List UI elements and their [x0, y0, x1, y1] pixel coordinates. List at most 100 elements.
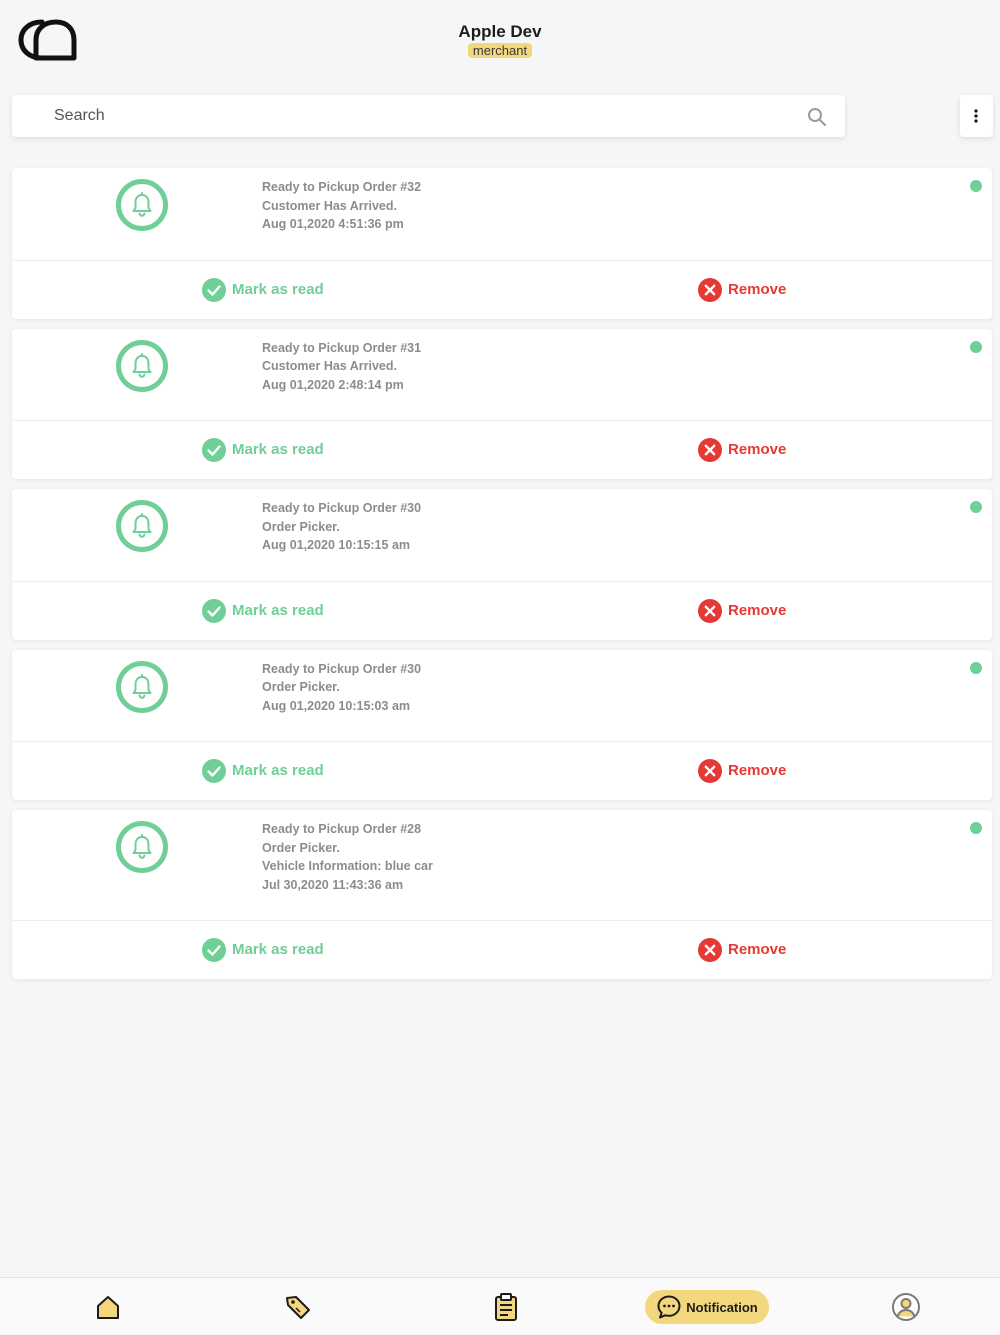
notification-card: Ready to Pickup Order #28 Order Picker. Ve…: [12, 810, 992, 979]
notification-line: Ready to Pickup Order #30: [262, 501, 422, 515]
remove-button[interactable]: Remove: [698, 437, 786, 463]
nav-tags[interactable]: [274, 1278, 322, 1335]
remove-button[interactable]: Remove: [698, 598, 786, 624]
notification-line: Ready to Pickup Order #28: [262, 822, 422, 836]
notification-card: Ready to Pickup Order #30 Order Picker. Au…: [12, 489, 992, 640]
notification-avatar: [116, 821, 168, 873]
notification-avatar: [116, 660, 168, 713]
unread-indicator: [970, 822, 982, 834]
remove-button[interactable]: Remove: [698, 758, 786, 784]
search-bar[interactable]: [12, 95, 845, 137]
mark-as-read-button[interactable]: Mark as read: [202, 758, 324, 784]
notification-body[interactable]: Ready to Pickup Order #30 Order Picker. Au…: [12, 489, 992, 582]
notification-actions: Mark as read Remove: [12, 742, 992, 800]
clipboard-icon: [495, 1292, 517, 1321]
mark-as-read-button[interactable]: Mark as read: [202, 937, 324, 963]
notification-actions: Mark as read Remove: [12, 582, 992, 640]
close-circle-icon: [698, 938, 722, 962]
bell-icon: [132, 513, 152, 538]
check-circle-icon: [202, 938, 226, 962]
chat-bubble-icon: [657, 1295, 681, 1319]
close-circle-icon: [698, 277, 722, 302]
home-icon: [97, 1295, 119, 1319]
unread-indicator: [970, 340, 982, 353]
mark-as-read-label: Mark as read: [232, 280, 324, 298]
notification-line: Customer Has Arrived.: [262, 198, 397, 213]
notification-line: Customer Has Arrived.: [262, 359, 397, 373]
mark-as-read-button[interactable]: Mark as read: [202, 437, 324, 463]
notification-line: Ready to Pickup Order #30: [262, 661, 422, 676]
notification-avatar: [116, 339, 168, 392]
check-circle-icon: [202, 438, 226, 462]
bottom-nav: Notification: [0, 1277, 1000, 1334]
notification-text: Ready to Pickup Order #32 Customer Has Ar…: [262, 178, 421, 234]
store-info: Apple Dev merchant: [0, 22, 1000, 60]
notification-text: Ready to Pickup Order #31 Customer Has Ar…: [262, 339, 421, 395]
notification-avatar: [116, 500, 168, 552]
notification-body[interactable]: Ready to Pickup Order #32 Customer Has Ar…: [12, 168, 992, 261]
notification-text: Ready to Pickup Order #28 Order Picker. Ve…: [262, 820, 433, 894]
notification-actions: Mark as read Remove: [12, 421, 992, 479]
mark-as-read-button[interactable]: Mark as read: [202, 277, 324, 303]
close-circle-icon: [698, 759, 722, 783]
close-circle-icon: [698, 598, 722, 623]
mark-as-read-label: Mark as read: [232, 441, 324, 458]
bell-icon: [132, 673, 152, 699]
notification-body[interactable]: Ready to Pickup Order #30 Order Picker. Au…: [12, 650, 992, 742]
nav-home[interactable]: [84, 1278, 132, 1335]
unread-indicator: [970, 501, 982, 513]
notification-line: Aug 01,2020 2:48:14 pm: [262, 377, 404, 392]
notification-body[interactable]: Ready to Pickup Order #31 Customer Has Ar…: [12, 329, 992, 421]
unread-indicator: [970, 661, 982, 674]
remove-button[interactable]: Remove: [698, 277, 786, 303]
unread-indicator: [970, 180, 982, 192]
notification-line: Jul 30,2020 11:43:36 am: [262, 877, 404, 892]
mark-as-read-label: Mark as read: [232, 941, 324, 958]
notification-card: Ready to Pickup Order #30 Order Picker. Au…: [12, 649, 992, 800]
remove-button[interactable]: Remove: [698, 937, 786, 963]
bell-icon: [132, 192, 152, 217]
more-vertical-icon: [974, 109, 978, 123]
role-badge: merchant: [467, 43, 533, 58]
notification-list: Ready to Pickup Order #32 Customer Has Ar…: [12, 168, 992, 989]
close-circle-icon: [698, 438, 722, 462]
notification-actions: Mark as read Remove: [12, 921, 992, 979]
notification-avatar: [116, 179, 168, 231]
nav-orders[interactable]: [482, 1278, 530, 1335]
mark-as-read-label: Mark as read: [232, 601, 324, 619]
notification-body[interactable]: Ready to Pickup Order #28 Order Picker. Ve…: [12, 810, 992, 921]
remove-label: Remove: [728, 280, 787, 298]
check-circle-icon: [202, 598, 226, 623]
notification-card: Ready to Pickup Order #32 Customer Has Ar…: [12, 168, 992, 319]
notification-line: Order Picker.: [262, 519, 340, 534]
notification-line: Vehicle Information: blue car: [262, 859, 433, 873]
nav-notification[interactable]: Notification: [645, 1290, 769, 1324]
search-icon[interactable]: [807, 107, 827, 127]
mark-as-read-button[interactable]: Mark as read: [202, 598, 324, 624]
store-name: Apple Dev: [458, 22, 542, 41]
search-input[interactable]: [12, 95, 792, 137]
notification-line: Aug 01,2020 10:15:03 am: [262, 698, 411, 713]
notification-text: Ready to Pickup Order #30 Order Picker. Au…: [262, 499, 421, 555]
nav-notification-label: Notification: [686, 1299, 758, 1315]
bell-icon: [132, 352, 152, 378]
remove-label: Remove: [728, 441, 787, 458]
notification-actions: Mark as read Remove: [12, 261, 992, 319]
nav-profile[interactable]: [882, 1278, 930, 1335]
more-options-button[interactable]: [960, 95, 993, 137]
tag-icon: [286, 1295, 310, 1319]
mark-as-read-label: Mark as read: [232, 762, 324, 779]
notification-line: Aug 01,2020 10:15:15 am: [262, 538, 411, 552]
notification-card: Ready to Pickup Order #31 Customer Has Ar…: [12, 328, 992, 479]
notification-line: Order Picker.: [262, 840, 340, 855]
app-header: Apple Dev merchant: [0, 0, 1000, 90]
notification-line: Order Picker.: [262, 680, 340, 694]
notification-line: Ready to Pickup Order #31: [262, 340, 422, 355]
notification-line: Ready to Pickup Order #32: [262, 180, 422, 194]
remove-label: Remove: [728, 601, 787, 619]
remove-label: Remove: [728, 941, 787, 958]
remove-label: Remove: [728, 762, 787, 779]
bell-icon: [132, 834, 152, 859]
notification-line: Aug 01,2020 4:51:36 pm: [262, 217, 404, 231]
check-circle-icon: [202, 759, 226, 783]
